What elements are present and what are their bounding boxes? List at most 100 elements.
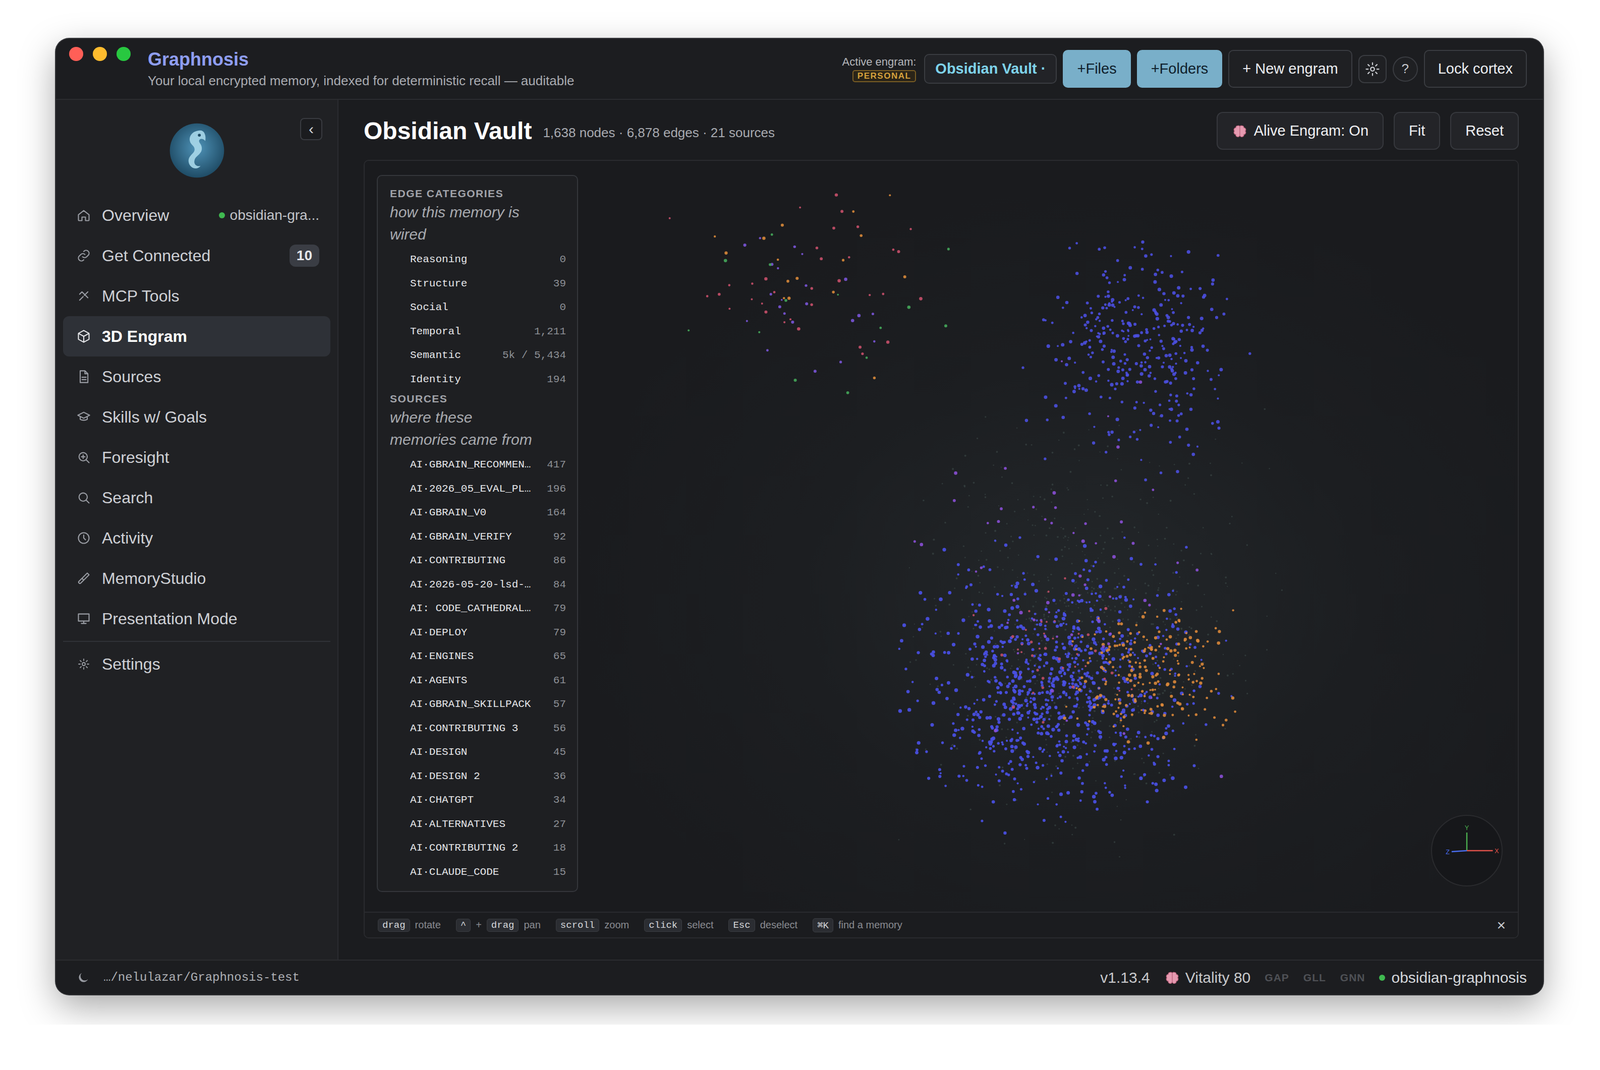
memory-node[interactable] — [1001, 743, 1005, 747]
memory-node[interactable] — [1039, 731, 1044, 736]
memory-node[interactable] — [851, 210, 855, 213]
memory-node[interactable] — [1185, 427, 1189, 432]
memory-node[interactable] — [969, 671, 971, 673]
memory-node[interactable] — [1045, 744, 1048, 747]
memory-node[interactable] — [1011, 482, 1014, 485]
memory-node[interactable] — [938, 775, 942, 779]
memory-node[interactable] — [1149, 371, 1153, 375]
memory-node[interactable] — [973, 702, 976, 705]
memory-node[interactable] — [1066, 668, 1070, 672]
memory-node[interactable] — [917, 741, 921, 746]
memory-node[interactable] — [982, 698, 986, 702]
memory-node[interactable] — [925, 617, 930, 621]
memory-node[interactable] — [1170, 367, 1174, 371]
memory-node[interactable] — [668, 217, 671, 220]
memory-node[interactable] — [1044, 698, 1048, 702]
memory-node[interactable] — [1017, 659, 1020, 661]
memory-node[interactable] — [1226, 674, 1229, 677]
memory-node[interactable] — [993, 703, 997, 707]
memory-node[interactable] — [983, 670, 986, 673]
memory-node[interactable] — [1165, 629, 1168, 632]
memory-node[interactable] — [931, 650, 936, 655]
memory-node[interactable] — [1018, 666, 1021, 668]
sidebar-item[interactable]: Presentation Mode — [63, 598, 331, 640]
memory-node[interactable] — [1084, 559, 1089, 563]
memory-node[interactable] — [1244, 654, 1246, 657]
memory-node[interactable] — [1187, 323, 1191, 327]
memory-node[interactable] — [967, 506, 969, 508]
memory-node[interactable] — [1109, 626, 1111, 629]
memory-node[interactable] — [1123, 786, 1126, 789]
memory-node[interactable] — [865, 356, 869, 360]
memory-node[interactable] — [727, 283, 731, 287]
header-button[interactable]: Fit — [1393, 111, 1441, 150]
memory-node[interactable] — [1112, 349, 1116, 354]
memory-node[interactable] — [1133, 561, 1135, 563]
memory-node[interactable] — [1177, 403, 1180, 407]
memory-node[interactable] — [1114, 610, 1116, 612]
memory-node[interactable] — [746, 320, 749, 323]
memory-node[interactable] — [1045, 605, 1048, 608]
memory-node[interactable] — [1138, 675, 1142, 679]
memory-node[interactable] — [1001, 713, 1006, 717]
memory-node[interactable] — [919, 297, 923, 301]
memory-node[interactable] — [1217, 426, 1221, 430]
memory-node[interactable] — [1051, 841, 1054, 844]
memory-node[interactable] — [1050, 488, 1053, 491]
memory-node[interactable] — [1023, 653, 1025, 655]
memory-node[interactable] — [1187, 477, 1189, 480]
memory-node[interactable] — [1003, 653, 1007, 658]
memory-node[interactable] — [1185, 642, 1188, 645]
memory-node[interactable] — [834, 193, 838, 197]
memory-node[interactable] — [1174, 371, 1177, 375]
memory-node[interactable] — [1091, 691, 1094, 694]
memory-node[interactable] — [1082, 544, 1087, 548]
memory-node[interactable] — [1180, 627, 1183, 631]
memory-node[interactable] — [1182, 681, 1185, 683]
memory-node[interactable] — [1149, 408, 1153, 413]
memory-node[interactable] — [1069, 646, 1071, 648]
memory-node[interactable] — [956, 573, 959, 576]
memory-node[interactable] — [1064, 610, 1066, 613]
memory-node[interactable] — [1172, 291, 1176, 296]
memory-node[interactable] — [1097, 335, 1101, 339]
memory-node[interactable] — [993, 675, 997, 679]
memory-node[interactable] — [850, 318, 855, 323]
memory-node[interactable] — [1150, 733, 1154, 737]
memory-node[interactable] — [1139, 498, 1142, 501]
memory-node[interactable] — [1075, 672, 1077, 675]
memory-node[interactable] — [1030, 723, 1033, 727]
memory-node[interactable] — [1031, 672, 1034, 675]
memory-node[interactable] — [956, 713, 960, 717]
memory-node[interactable] — [1068, 682, 1071, 685]
memory-node[interactable] — [1035, 761, 1038, 765]
memory-node[interactable] — [1209, 463, 1212, 465]
memory-node[interactable] — [1057, 751, 1060, 754]
memory-node[interactable] — [994, 539, 997, 542]
memory-node[interactable] — [1138, 736, 1141, 739]
memory-node[interactable] — [805, 302, 809, 306]
memory-node[interactable] — [1056, 345, 1059, 348]
memory-node[interactable] — [1169, 393, 1172, 397]
memory-node[interactable] — [1064, 396, 1068, 400]
memory-node[interactable] — [1010, 768, 1014, 772]
memory-node[interactable] — [964, 587, 968, 590]
memory-node[interactable] — [1051, 321, 1054, 325]
memory-node[interactable] — [1012, 712, 1016, 717]
memory-node[interactable] — [1014, 623, 1016, 626]
memory-node[interactable] — [1166, 315, 1171, 320]
memory-node[interactable] — [1154, 311, 1158, 315]
memory-node[interactable] — [1052, 656, 1056, 660]
memory-node[interactable] — [1195, 361, 1200, 365]
memory-node[interactable] — [1047, 615, 1050, 618]
memory-node[interactable] — [1071, 824, 1073, 826]
memory-node[interactable] — [1189, 393, 1193, 397]
memory-node[interactable] — [1058, 670, 1063, 675]
memory-node[interactable] — [1055, 645, 1059, 649]
memory-node[interactable] — [839, 360, 842, 364]
memory-node[interactable] — [1081, 740, 1085, 745]
memory-node[interactable] — [1153, 377, 1157, 380]
memory-node[interactable] — [947, 591, 952, 595]
memory-node[interactable] — [946, 651, 951, 655]
memory-node[interactable] — [1092, 565, 1095, 568]
